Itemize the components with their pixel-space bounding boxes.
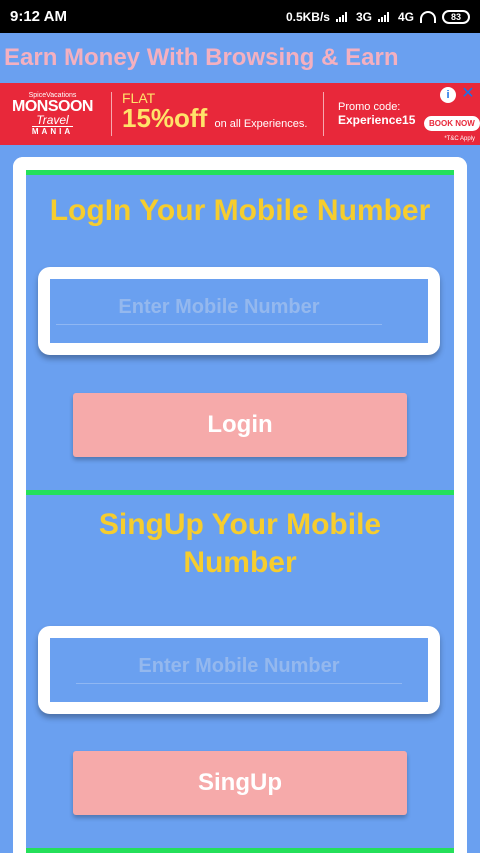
middle-divider — [26, 490, 454, 495]
app-bar: Earn Money With Browsing & Earn — [0, 33, 480, 83]
ad-logo-line3: MANIA — [31, 126, 74, 136]
signup-input-container — [50, 638, 428, 702]
ad-terms: *T&C Apply — [444, 136, 475, 142]
signup-title: SingUp Your Mobile Number — [26, 506, 454, 582]
ad-choices-icon[interactable]: i — [440, 87, 456, 103]
ad-book-now-button[interactable]: BOOK NOW — [424, 115, 480, 131]
ad-divider — [111, 92, 112, 136]
ad-close-icon[interactable]: ✕ — [459, 85, 477, 103]
ad-banner[interactable]: SpiceVacations MONSOON Travel MANIA FLAT… — [0, 83, 480, 145]
ad-offer-suffix: on all Experiences. — [214, 118, 308, 130]
ad-promo-code: Experience15 — [338, 113, 416, 127]
form-card: LogIn Your Mobile Number Login SingUp Yo… — [13, 157, 467, 853]
ad-offer-value: 15%off — [122, 103, 208, 133]
network-speed: 0.5KB/s — [285, 9, 330, 24]
login-title: LogIn Your Mobile Number — [49, 194, 431, 227]
ad-logo-line1: MONSOON — [12, 98, 93, 115]
bottom-divider — [26, 848, 454, 853]
login-button[interactable]: Login — [73, 393, 407, 457]
signup-mobile-input[interactable] — [76, 650, 402, 684]
login-input-box — [38, 267, 440, 355]
ad-promo-label: Promo code: — [338, 101, 401, 113]
signal-icon-2 — [377, 11, 392, 22]
ad-logo-line2: Travel — [36, 113, 69, 127]
status-indicators: 0.5KB/s 3G 4G 83 — [285, 9, 470, 24]
login-mobile-input[interactable] — [56, 291, 382, 325]
ad-logo: SpiceVacations MONSOON Travel MANIA — [0, 83, 105, 145]
signup-title-line2: Number — [183, 546, 297, 579]
signup-button[interactable]: SingUp — [73, 751, 407, 815]
main-content: LogIn Your Mobile Number Login SingUp Yo… — [0, 145, 480, 853]
login-input-container — [50, 279, 428, 343]
status-time: 9:12 AM — [10, 8, 67, 25]
app-title: Earn Money With Browsing & Earn — [4, 44, 399, 71]
battery-icon: 83 — [442, 9, 470, 24]
ad-offer-text: 15%off on all Experiences. — [122, 105, 317, 137]
ad-offer: FLAT 15%off on all Experiences. — [122, 91, 317, 137]
status-bar: 9:12 AM 0.5KB/s 3G 4G 83 — [0, 0, 480, 33]
top-divider — [26, 170, 454, 175]
signal-icon — [335, 11, 350, 22]
network-type-2: 4G — [397, 9, 414, 24]
wifi-icon — [420, 10, 436, 23]
network-type-1: 3G — [355, 9, 372, 24]
ad-promo: Promo code: Experience15 — [338, 101, 424, 127]
signup-input-box — [38, 626, 440, 714]
ad-divider-2 — [323, 92, 324, 136]
signup-title-line1: SingUp Your Mobile — [98, 508, 382, 541]
